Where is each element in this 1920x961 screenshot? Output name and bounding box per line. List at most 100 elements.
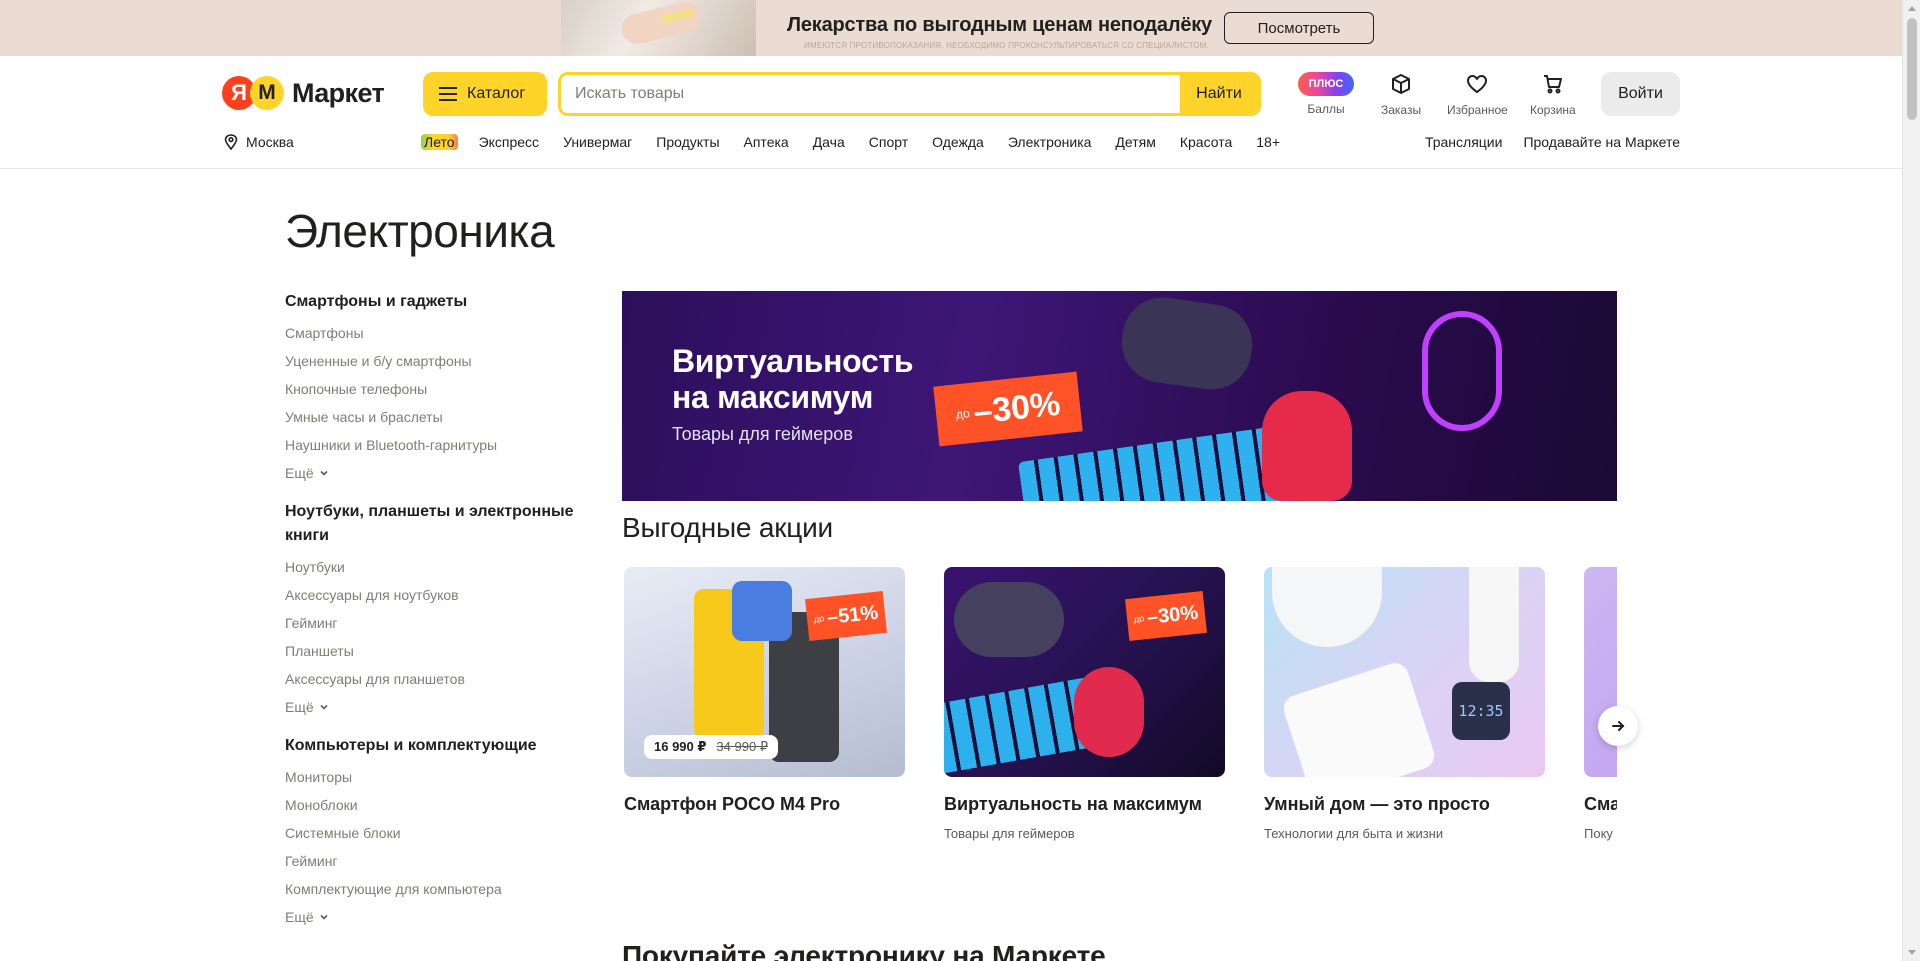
promo-card[interactable]: до –30% Виртуальность на максимум Товары… — [944, 567, 1225, 841]
discount-value: –51% — [825, 601, 880, 629]
promo-card[interactable]: 12:35 Умный дом — это просто Технологии … — [1264, 567, 1545, 841]
promo-image — [561, 0, 756, 56]
card-image: до –30% — [944, 567, 1225, 777]
card-title: Сма — [1584, 794, 1617, 814]
header-points[interactable]: ПЛЮС Баллы — [1298, 72, 1354, 116]
nav-link-univermag[interactable]: Универмаг — [563, 134, 632, 150]
promo-card[interactable]: до –51% 16 990 ₽ 34 990 ₽ Смартфон POCO … — [624, 567, 905, 826]
box-icon — [1392, 74, 1411, 94]
search-button[interactable]: Найти — [1180, 75, 1258, 113]
nav-link-pharmacy[interactable]: Аптека — [744, 134, 789, 150]
sidebar-more-label: Ещё — [285, 909, 314, 925]
card-title: Умный дом — это просто — [1264, 794, 1490, 814]
sidebar-item[interactable]: Планшеты — [285, 642, 575, 660]
sidebar-item[interactable]: Аксессуары для ноутбуков — [285, 586, 575, 604]
login-button[interactable]: Войти — [1601, 72, 1680, 116]
sidebar-group-title[interactable]: Смартфоны и гаджеты — [285, 290, 575, 314]
nav-link-sell-on-market[interactable]: Продавайте на Маркете — [1523, 134, 1680, 150]
sidebar-item[interactable]: Кнопочные телефоны — [285, 380, 575, 398]
scroll-thumb[interactable] — [1907, 18, 1917, 120]
market-logo[interactable]: Я M Маркет — [222, 76, 385, 110]
catalog-button[interactable]: Каталог — [423, 72, 547, 116]
city-label: Москва — [246, 134, 294, 150]
hero-banner[interactable]: Виртуальность на максимум Товары для гей… — [622, 291, 1617, 501]
category-links: Лето Экспресс Универмаг Продукты Аптека … — [421, 134, 1304, 150]
price-old: 34 990 ₽ — [716, 739, 769, 754]
search-bar: Найти — [558, 72, 1261, 116]
logo-text: Маркет — [292, 77, 385, 108]
hero-title: Виртуальность на максимум — [672, 343, 914, 415]
headphones-image — [1422, 311, 1502, 431]
page-scrollbar[interactable] — [1902, 0, 1920, 961]
sidebar-more-label: Ещё — [285, 699, 314, 715]
sidebar-more-label: Ещё — [285, 465, 314, 481]
nav-link-sport[interactable]: Спорт — [869, 134, 908, 150]
nav-link-electronics[interactable]: Электроника — [1008, 134, 1092, 150]
sidebar-item[interactable]: Аксессуары для планшетов — [285, 670, 575, 688]
sidebar-more-button[interactable]: Ещё — [285, 464, 575, 482]
location-pin-icon — [224, 134, 238, 150]
card-image — [1584, 567, 1617, 777]
discount-badge: до –51% — [805, 591, 887, 641]
sidebar-item[interactable]: Гейминг — [285, 614, 575, 632]
sidebar-item[interactable]: Системные блоки — [285, 824, 575, 842]
sidebar-group-title[interactable]: Ноутбуки, планшеты и электронные книги — [285, 500, 575, 548]
card-subtitle: Товары для геймеров — [944, 826, 1075, 841]
chevron-down-icon — [320, 704, 328, 710]
category-sidebar: Смартфоны и гаджеты Смартфоны Уцененные … — [285, 290, 575, 944]
promo-title: Лекарства по выгодным ценам неподалёку — [787, 14, 1212, 36]
promo-view-button[interactable]: Посмотреть — [1224, 12, 1374, 44]
sidebar-more-button[interactable]: Ещё — [285, 908, 575, 926]
card-title: Смартфон POCO M4 Pro — [624, 794, 841, 814]
smart-clock-image: 12:35 — [1452, 682, 1510, 740]
sidebar-item[interactable]: Моноблоки — [285, 796, 575, 814]
sidebar-item[interactable]: Комплектующие для компьютера — [285, 880, 575, 898]
humidifier-image — [1469, 567, 1519, 682]
sidebar-group: Смартфоны и гаджеты Смартфоны Уцененные … — [285, 290, 575, 482]
heart-icon — [1467, 75, 1488, 93]
nav-link-summer[interactable]: Лето — [421, 134, 458, 150]
cart-icon — [1543, 75, 1562, 94]
nav-link-dacha[interactable]: Дача — [813, 134, 845, 150]
search-input[interactable] — [561, 75, 1180, 113]
arrow-right-icon — [1612, 721, 1625, 731]
mouse-image — [1074, 667, 1144, 757]
sidebar-item[interactable]: Наушники и Bluetooth-гарнитуры — [285, 436, 575, 454]
sidebar-item[interactable]: Ноутбуки — [285, 558, 575, 576]
card-subtitle: Поку — [1584, 826, 1613, 841]
scroll-down-icon[interactable] — [1908, 950, 1916, 955]
hero-title-line: Виртуальность — [672, 343, 914, 379]
nav-link-beauty[interactable]: Красота — [1180, 134, 1232, 150]
page-title: Электроника — [285, 205, 555, 257]
card-subtitle: Технологии для быта и жизни — [1264, 826, 1444, 841]
sidebar-more-button[interactable]: Ещё — [285, 698, 575, 716]
sidebar-item[interactable]: Уцененные и б/у смартфоны — [285, 352, 575, 370]
nav-link-kids[interactable]: Детям — [1115, 134, 1155, 150]
price-current: 16 990 ₽ — [654, 739, 707, 754]
sidebar-group-title[interactable]: Компьютеры и комплектующие — [285, 734, 575, 758]
points-label: Баллы — [1307, 102, 1345, 116]
catalog-label: Каталог — [467, 85, 526, 102]
nav-link-express[interactable]: Экспресс — [479, 134, 540, 150]
nav-link-adult[interactable]: 18+ — [1256, 134, 1280, 150]
top-promo-banner[interactable]: Лекарства по выгодным ценам неподалёку И… — [0, 0, 1902, 56]
section-title: Выгодные акции — [622, 512, 833, 543]
header-favorites[interactable]: Избранное — [1447, 72, 1508, 117]
robot-vacuum-image — [1272, 567, 1382, 647]
carousel-next-button[interactable] — [1598, 706, 1638, 746]
nav-link-products[interactable]: Продукты — [656, 134, 719, 150]
header-orders[interactable]: Заказы — [1381, 72, 1421, 117]
nav-link-clothes[interactable]: Одежда — [932, 134, 984, 150]
sidebar-item[interactable]: Умные часы и браслеты — [285, 408, 575, 426]
sidebar-item[interactable]: Мониторы — [285, 768, 575, 786]
promo-card[interactable]: Сма Поку — [1584, 567, 1617, 841]
sidebar-item[interactable]: Смартфоны — [285, 324, 575, 342]
cart-label: Корзина — [1530, 103, 1576, 117]
nav-link-broadcasts[interactable]: Трансляции — [1425, 134, 1502, 150]
hero-discount-badge: до –30% — [933, 371, 1083, 447]
city-selector[interactable]: Москва — [224, 134, 294, 150]
orders-label: Заказы — [1381, 103, 1422, 117]
header-cart[interactable]: Корзина — [1530, 72, 1576, 117]
sidebar-item[interactable]: Гейминг — [285, 852, 575, 870]
scroll-up-icon[interactable] — [1908, 6, 1916, 11]
